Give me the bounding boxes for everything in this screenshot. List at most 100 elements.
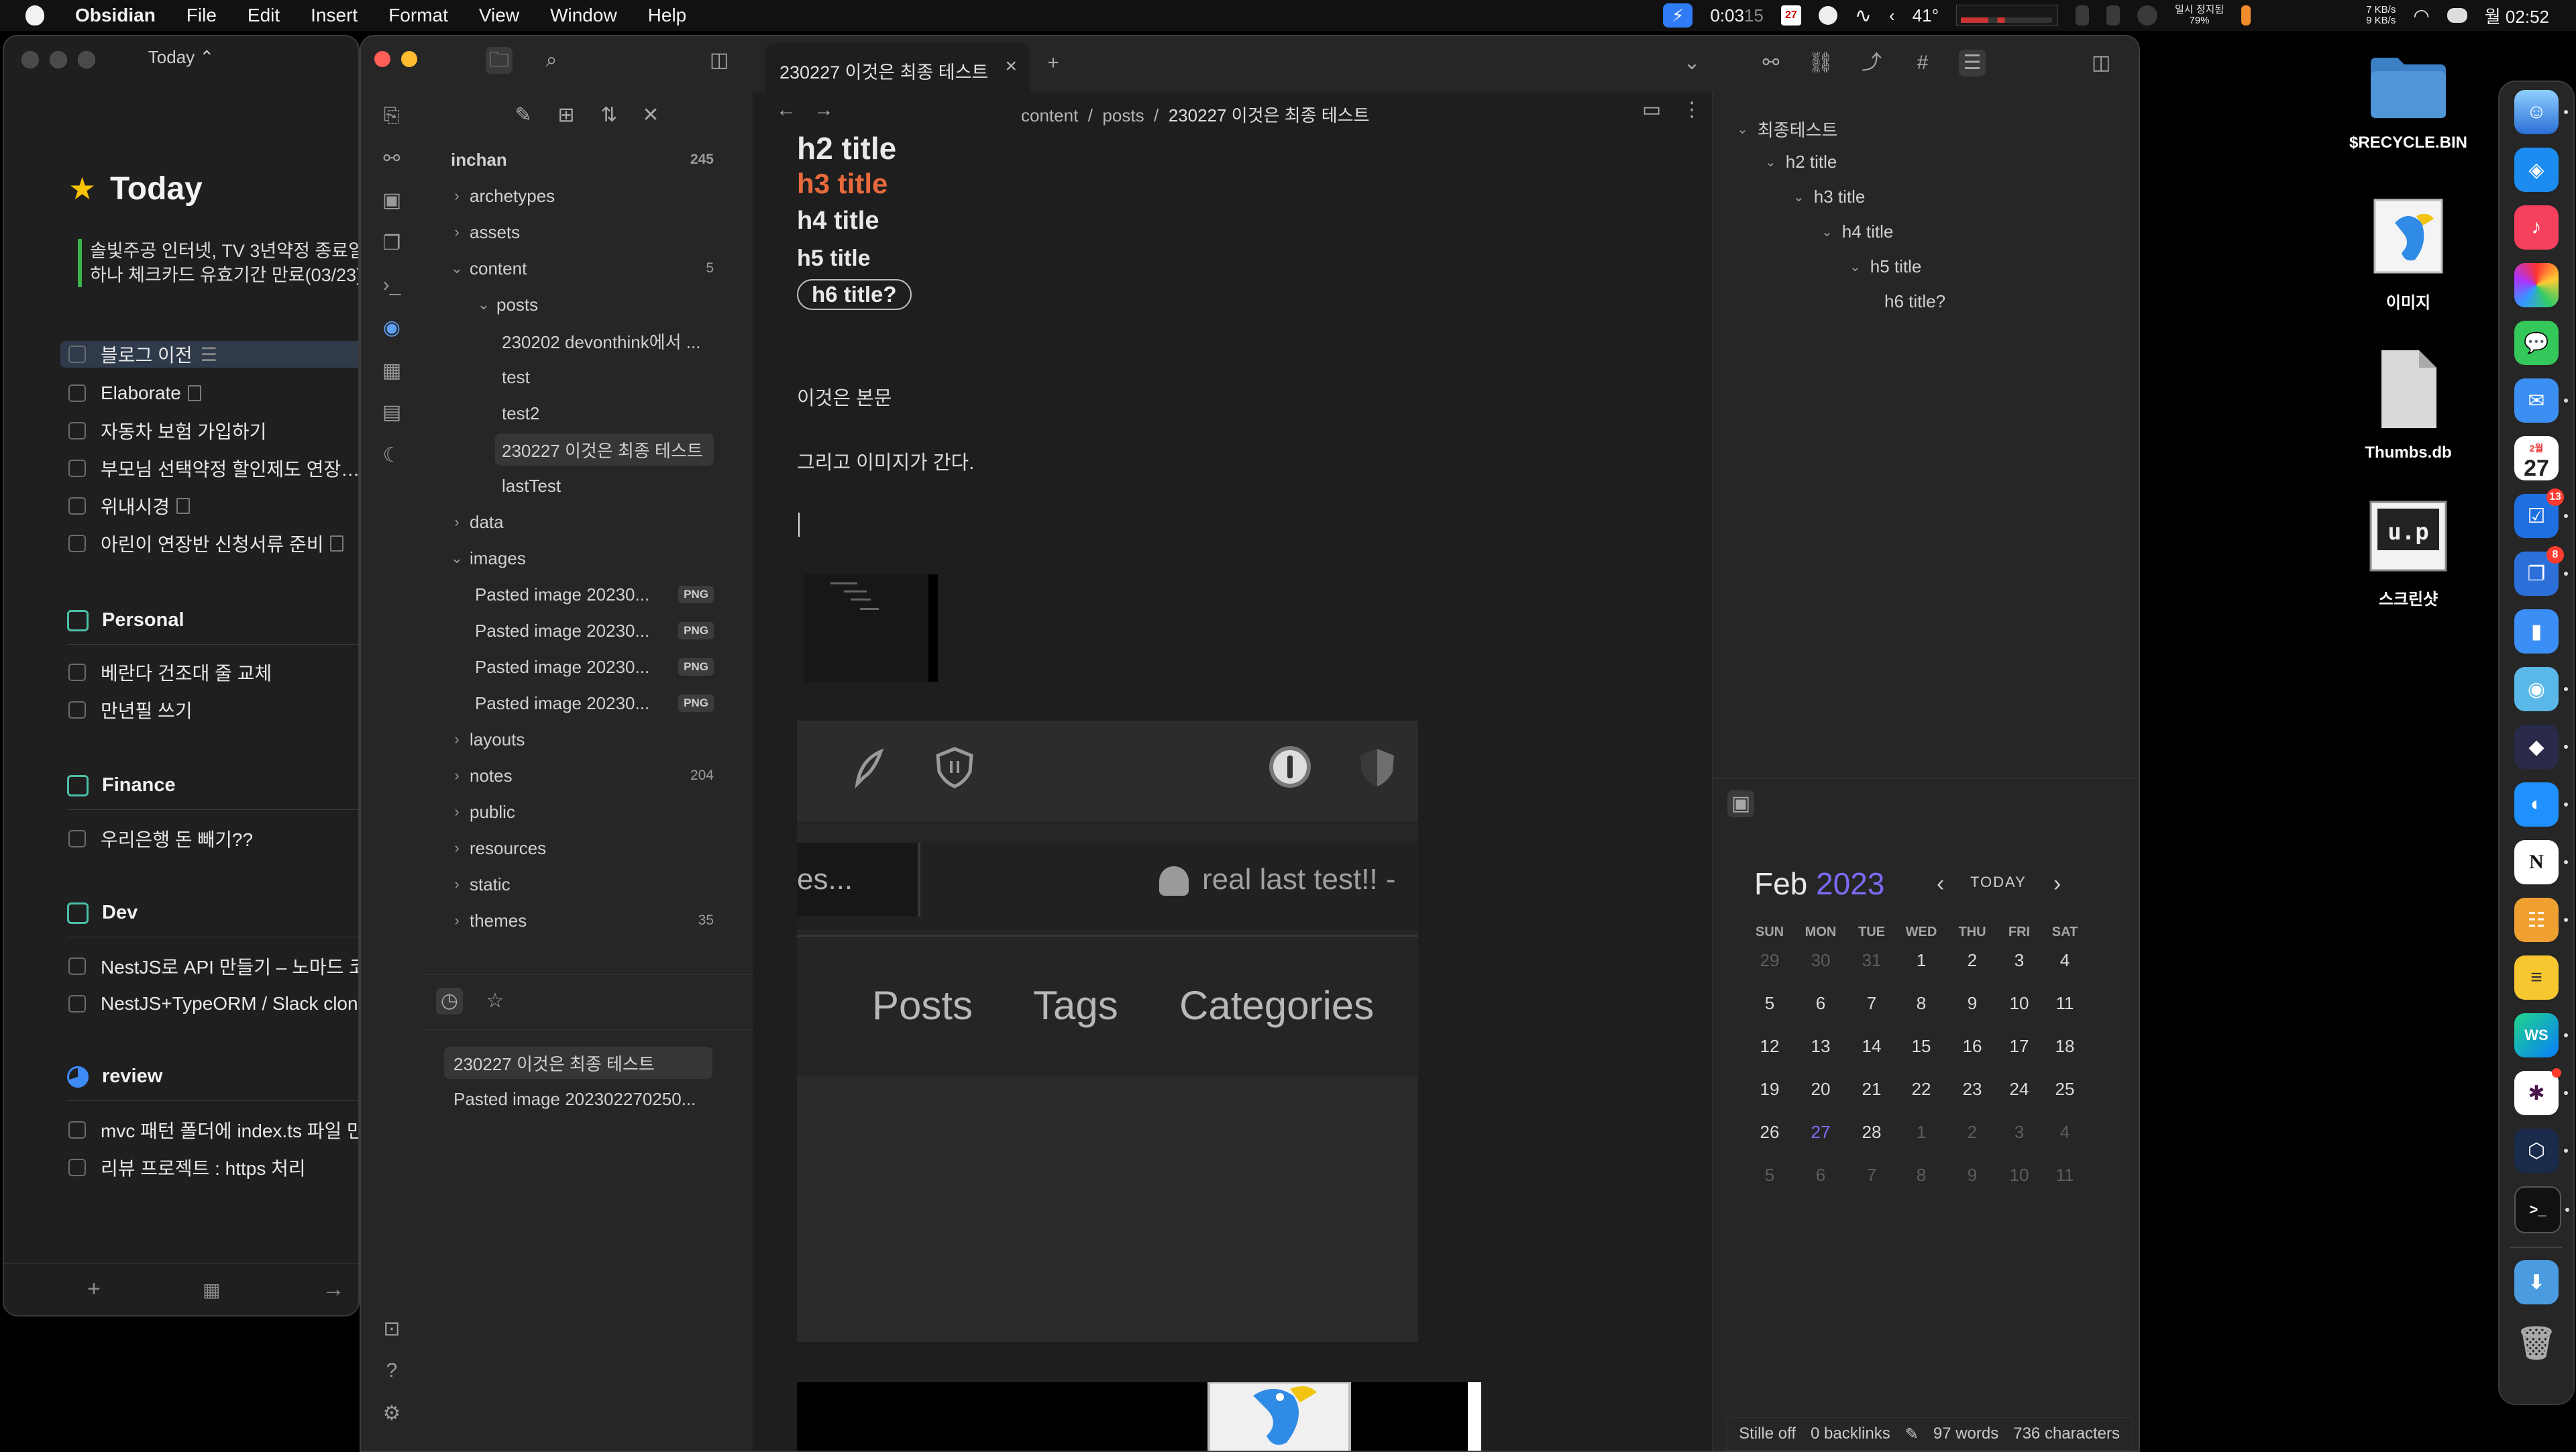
- embedded-screenshot[interactable]: es... real last test!! - Posts Tags Cate…: [797, 721, 1418, 1342]
- bolt-icon[interactable]: ⚡: [1663, 3, 1693, 28]
- calendar-icon[interactable]: ▦: [203, 1279, 220, 1301]
- menu-insert[interactable]: Insert: [311, 5, 358, 26]
- calendar-day[interactable]: 11: [2041, 993, 2088, 1014]
- backlinks-icon[interactable]: ⛓: [1807, 50, 1834, 76]
- task-checkbox[interactable]: [68, 346, 86, 363]
- right-sidebar-toggle-icon[interactable]: ◫: [2088, 50, 2114, 76]
- chevron-right-icon[interactable]: ›: [448, 513, 466, 531]
- calendar-day[interactable]: 14: [1848, 1036, 1895, 1057]
- calendar-day[interactable]: 31: [1848, 950, 1895, 971]
- task-item[interactable]: 위내시경: [68, 492, 191, 519]
- tab-active-note[interactable]: 230227 이것은 최종 테스트 ×: [765, 43, 1030, 93]
- temperature[interactable]: 41°: [1913, 5, 1939, 26]
- task-item[interactable]: Elaborate: [68, 380, 201, 407]
- file-item[interactable]: lastTest: [502, 470, 714, 502]
- area-finance[interactable]: Finance: [67, 774, 176, 796]
- calendar-day[interactable]: 30: [1797, 950, 1844, 971]
- calendar-day[interactable]: 9: [1949, 1165, 1996, 1186]
- terminal-icon[interactable]: ›_: [380, 274, 403, 297]
- status-plugin[interactable]: Stille off: [1739, 1424, 1796, 1443]
- orange-status-icon[interactable]: [2241, 5, 2251, 25]
- task-item[interactable]: 만년필 쓰기: [68, 696, 193, 723]
- folder-item[interactable]: › static: [448, 868, 714, 900]
- outline-icon[interactable]: ☰: [1959, 50, 1986, 76]
- control-center-icon[interactable]: [2447, 8, 2467, 23]
- sort-icon[interactable]: ⇅: [596, 102, 623, 129]
- calendar-day[interactable]: 16: [1949, 1036, 1996, 1057]
- calendar-day[interactable]: 4: [2041, 950, 2088, 971]
- calendar-day[interactable]: 10: [1996, 1165, 2043, 1186]
- disk-icon[interactable]: [2106, 5, 2120, 25]
- calendar-day[interactable]: 8: [1898, 1165, 1945, 1186]
- task-checkbox[interactable]: [68, 422, 86, 439]
- graph-view-icon[interactable]: ⚯: [380, 148, 403, 170]
- task-checkbox[interactable]: [68, 1159, 86, 1176]
- calendar-day[interactable]: 2: [1949, 1122, 1996, 1143]
- outline-heading[interactable]: ⌄ h5 title: [1849, 256, 1921, 277]
- recent-file-item[interactable]: Pasted image 202302270250...: [453, 1083, 722, 1115]
- chevron-down-icon[interactable]: ⌄: [475, 296, 492, 313]
- books-icon[interactable]: ▮: [2514, 609, 2559, 654]
- calendar-day[interactable]: 5: [1746, 993, 1793, 1014]
- chevron-right-icon[interactable]: ›: [448, 187, 466, 205]
- slack-icon[interactable]: ✱: [2514, 1068, 2568, 1115]
- calendar-day[interactable]: 25: [2041, 1079, 2088, 1100]
- help-icon[interactable]: ?: [380, 1359, 403, 1382]
- task-item[interactable]: 베란다 건조대 줄 교체: [68, 659, 272, 686]
- file-item[interactable]: test2: [502, 397, 714, 429]
- outline-heading[interactable]: ⌄ 최종테스트: [1737, 117, 1837, 142]
- calendar-day[interactable]: 19: [1746, 1079, 1793, 1100]
- chevron-right-icon[interactable]: ›: [448, 731, 466, 748]
- task-item[interactable]: mvc 패턴 폴더에 index.ts 파일 만들기: [68, 1117, 358, 1143]
- more-options-icon[interactable]: ⋮: [1678, 97, 1705, 123]
- calendar-tab-icon[interactable]: ▣: [1727, 790, 1754, 817]
- notes-app-icon[interactable]: ≡: [2514, 955, 2559, 1000]
- menu-app-name[interactable]: Obsidian: [75, 5, 156, 26]
- desktop-item[interactable]: Thumbs.db: [2341, 348, 2475, 462]
- desktop-item[interactable]: u.p 스크린샷: [2341, 499, 2475, 609]
- cpu-graph[interactable]: [1955, 5, 2058, 26]
- area-personal[interactable]: Personal: [67, 609, 184, 631]
- menu-window[interactable]: Window: [550, 5, 617, 26]
- moon-icon[interactable]: ☾: [380, 444, 403, 467]
- calendar-day[interactable]: 23: [1949, 1079, 1996, 1100]
- calendar-day[interactable]: 5: [1746, 1165, 1793, 1186]
- area-dev[interactable]: Dev: [67, 902, 138, 924]
- tab-list-chevron-icon[interactable]: ⌄: [1678, 50, 1705, 76]
- chevron-right-icon[interactable]: ›: [448, 767, 466, 784]
- task-item[interactable]: 아린이 연장반 신청서류 준비: [68, 530, 344, 557]
- calendar-day[interactable]: 1: [1898, 950, 1945, 971]
- wifi-icon[interactable]: ◠: [2413, 5, 2429, 27]
- files-tab-icon[interactable]: 🗀: [486, 47, 513, 74]
- folder-item[interactable]: › themes 35: [448, 904, 714, 937]
- calendar-day[interactable]: 27: [1797, 1122, 1844, 1143]
- pause-status[interactable]: 일시 정지됨 79%: [2175, 5, 2224, 26]
- task-item[interactable]: 우리은행 돈 빼기??: [68, 825, 253, 852]
- calendar-day[interactable]: 7: [1848, 993, 1895, 1014]
- task-checkbox[interactable]: [68, 384, 86, 402]
- calendar-day[interactable]: 29: [1746, 950, 1793, 971]
- calendar-day[interactable]: 28: [1848, 1122, 1895, 1143]
- calendar-day[interactable]: 2: [1949, 950, 1996, 971]
- todo-icon[interactable]: ☑ 13: [2514, 488, 2568, 538]
- timer-display[interactable]: 0:0315: [1710, 5, 1764, 26]
- outgoing-links-icon[interactable]: ⤴: [1858, 50, 1885, 76]
- calendar-day[interactable]: 11: [2041, 1165, 2088, 1186]
- file-item[interactable]: Pasted image 20230... PNG: [475, 687, 714, 719]
- status-backlinks[interactable]: 0 backlinks: [1811, 1424, 1890, 1443]
- heading-h4[interactable]: h4 title: [797, 207, 879, 236]
- folder-item[interactable]: › resources: [448, 832, 714, 864]
- calendar-day[interactable]: 26: [1746, 1122, 1793, 1143]
- menu-help[interactable]: Help: [648, 5, 687, 26]
- search-icon[interactable]: ⌕: [538, 47, 565, 74]
- folder-item[interactable]: › layouts: [448, 723, 714, 756]
- folder-item[interactable]: › data: [448, 506, 714, 538]
- next-month-icon[interactable]: ›: [2053, 871, 2061, 897]
- calendar-day[interactable]: 6: [1797, 1165, 1844, 1186]
- calendar-day[interactable]: 1: [1898, 1122, 1945, 1143]
- back-arrow-icon[interactable]: ←: [773, 97, 800, 123]
- chevron-down-icon[interactable]: ⌄: [1737, 121, 1748, 138]
- file-item[interactable]: Pasted image 20230... PNG: [475, 651, 714, 683]
- task-checkbox[interactable]: [68, 497, 86, 515]
- calendar-day[interactable]: 12: [1746, 1036, 1793, 1057]
